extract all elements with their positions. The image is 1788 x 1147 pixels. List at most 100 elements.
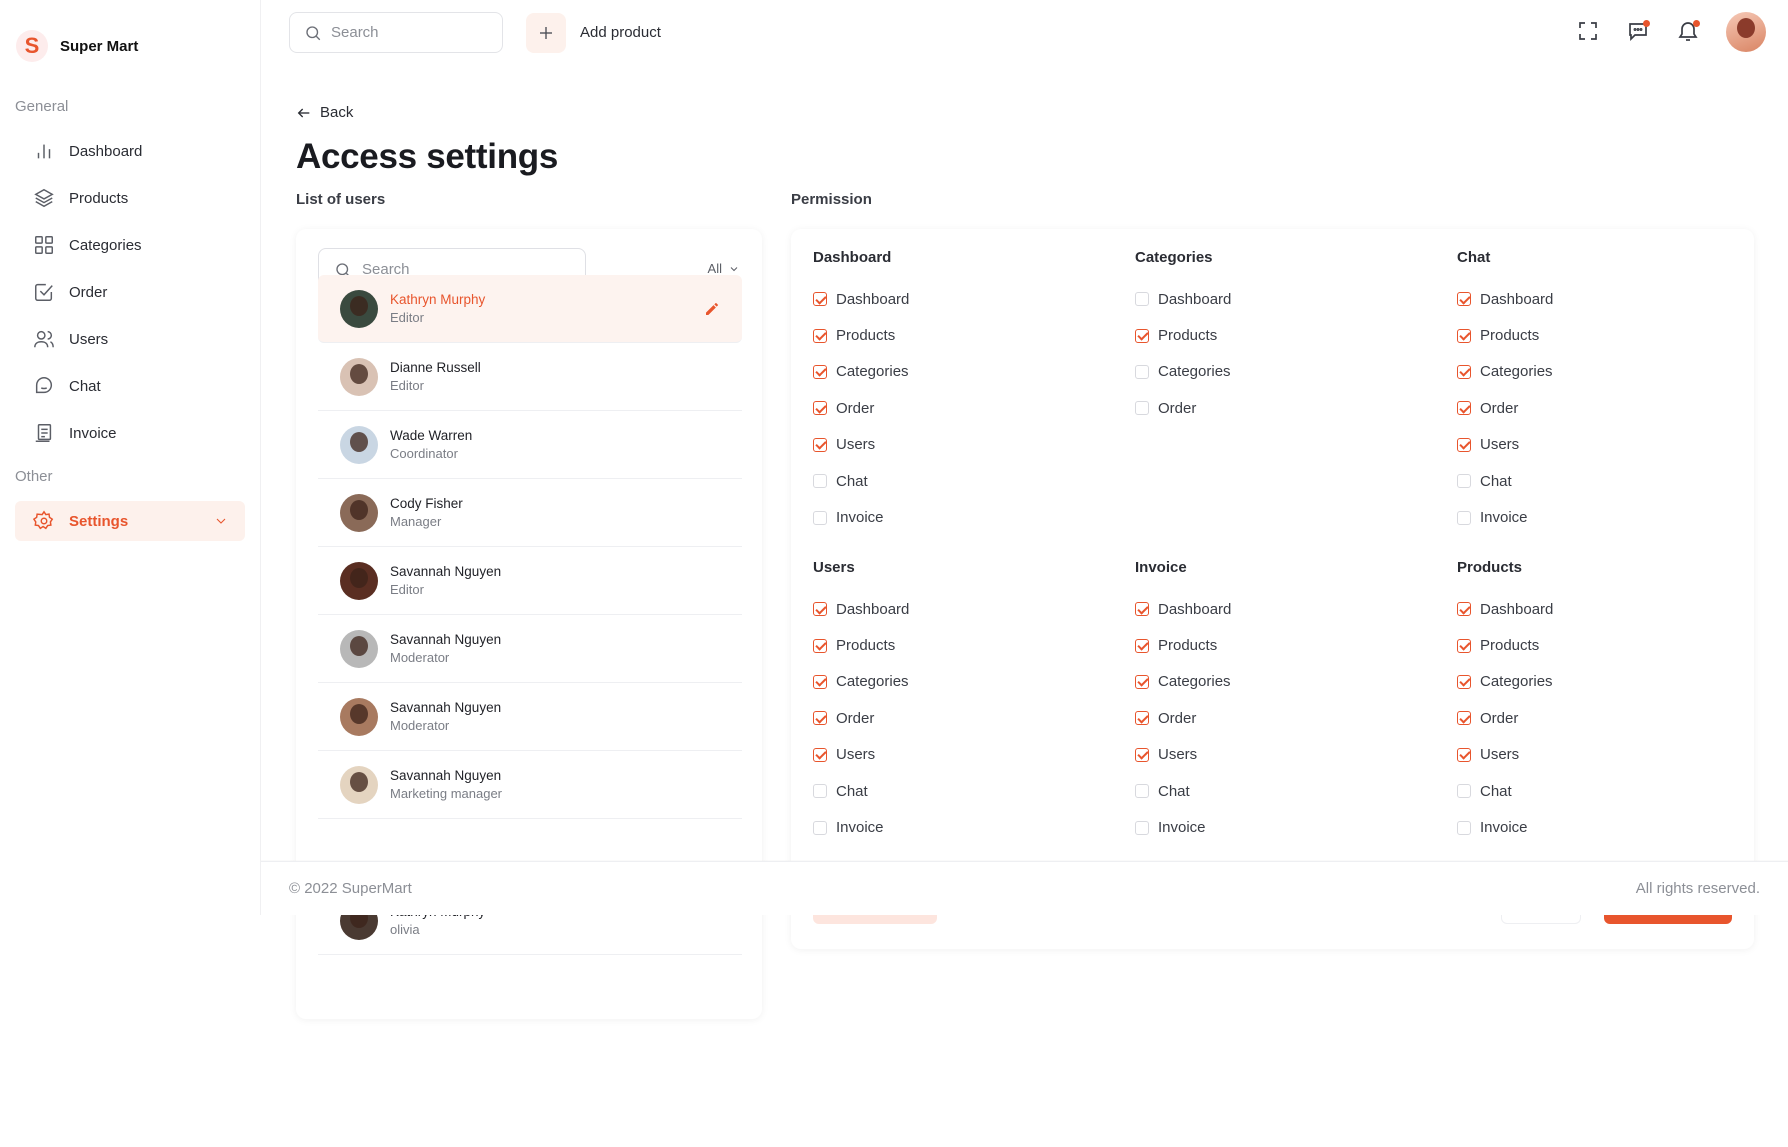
sidebar-item-order[interactable]: Order — [15, 272, 245, 312]
user-row[interactable]: Savannah Nguyen Marketing manager — [318, 751, 742, 819]
permission-checkbox-categories[interactable]: Categories — [1457, 664, 1757, 700]
permission-checkbox-order[interactable]: Order — [1457, 390, 1757, 426]
permission-checkbox-users[interactable]: Users — [813, 737, 1113, 773]
checkbox-checked-icon[interactable] — [1135, 328, 1149, 343]
permission-checkbox-invoice[interactable]: Invoice — [813, 809, 1113, 845]
permission-checkbox-invoice[interactable]: Invoice — [1457, 809, 1757, 845]
permission-checkbox-chat[interactable]: Chat — [1457, 463, 1757, 499]
checkbox-checked-icon[interactable] — [1135, 747, 1149, 762]
sidebar-item-chat[interactable]: Chat — [15, 366, 245, 406]
user-row[interactable]: Savannah Nguyen Editor — [318, 547, 742, 615]
checkbox-checked-icon[interactable] — [1457, 638, 1471, 653]
user-row[interactable]: Kathryn Murphy Editor — [318, 275, 742, 343]
permission-checkbox-dashboard[interactable]: Dashboard — [813, 591, 1113, 627]
permission-checkbox-invoice[interactable]: Invoice — [1135, 809, 1435, 845]
checkbox-checked-icon[interactable] — [1457, 401, 1471, 416]
user-row[interactable]: Dianne Russell Editor — [318, 343, 742, 411]
checkbox-unchecked-icon[interactable] — [1135, 292, 1149, 307]
permission-checkbox-products[interactable]: Products — [1457, 317, 1757, 353]
checkbox-unchecked-icon[interactable] — [1457, 784, 1471, 799]
checkbox-unchecked-icon[interactable] — [1135, 401, 1149, 416]
permission-checkbox-dashboard[interactable]: Dashboard — [813, 281, 1113, 317]
sidebar-item-dashboard[interactable]: Dashboard — [15, 131, 245, 171]
sidebar-item-categories[interactable]: Categories — [15, 225, 245, 265]
checkbox-checked-icon[interactable] — [813, 602, 827, 617]
permission-checkbox-dashboard[interactable]: Dashboard — [1135, 281, 1435, 317]
chevron-down-icon[interactable] — [213, 513, 229, 529]
checkbox-checked-icon[interactable] — [1457, 674, 1471, 689]
user-row[interactable]: Cody Fisher Manager — [318, 479, 742, 547]
checkbox-unchecked-icon[interactable] — [1457, 510, 1471, 525]
pencil-icon[interactable] — [704, 301, 720, 317]
brand[interactable]: S Super Mart — [16, 30, 138, 62]
user-row[interactable]: Wade Warren Coordinator — [318, 411, 742, 479]
permission-checkbox-invoice[interactable]: Invoice — [813, 499, 1113, 535]
checkbox-checked-icon[interactable] — [1457, 711, 1471, 726]
permission-checkbox-order[interactable]: Order — [1135, 700, 1435, 736]
permission-checkbox-products[interactable]: Products — [813, 317, 1113, 353]
checkbox-checked-icon[interactable] — [1135, 711, 1149, 726]
checkbox-unchecked-icon[interactable] — [1457, 820, 1471, 835]
user-filter-select[interactable]: All — [708, 261, 740, 276]
checkbox-checked-icon[interactable] — [1457, 328, 1471, 343]
permission-checkbox-users[interactable]: Users — [1457, 427, 1757, 463]
checkbox-checked-icon[interactable] — [1457, 364, 1471, 379]
permission-checkbox-categories[interactable]: Categories — [1135, 354, 1435, 390]
permission-checkbox-products[interactable]: Products — [1457, 627, 1757, 663]
checkbox-checked-icon[interactable] — [1457, 437, 1471, 452]
avatar[interactable] — [1726, 12, 1766, 52]
permission-checkbox-chat[interactable]: Chat — [813, 773, 1113, 809]
checkbox-checked-icon[interactable] — [1457, 292, 1471, 307]
checkbox-unchecked-icon[interactable] — [813, 784, 827, 799]
permission-checkbox-users[interactable]: Users — [1135, 737, 1435, 773]
sidebar-item-users[interactable]: Users — [15, 319, 245, 359]
permission-checkbox-categories[interactable]: Categories — [813, 664, 1113, 700]
notifications-button[interactable] — [1676, 19, 1702, 45]
checkbox-checked-icon[interactable] — [813, 328, 827, 343]
sidebar-item-settings[interactable]: Settings — [15, 501, 245, 541]
permission-checkbox-chat[interactable]: Chat — [1135, 773, 1435, 809]
messages-button[interactable] — [1626, 19, 1652, 45]
permission-checkbox-order[interactable]: Order — [813, 390, 1113, 426]
checkbox-unchecked-icon[interactable] — [813, 510, 827, 525]
checkbox-checked-icon[interactable] — [813, 638, 827, 653]
checkbox-checked-icon[interactable] — [813, 292, 827, 307]
checkbox-unchecked-icon[interactable] — [813, 474, 827, 489]
sidebar-item-products[interactable]: Products — [15, 178, 245, 218]
checkbox-unchecked-icon[interactable] — [1135, 784, 1149, 799]
permission-checkbox-products[interactable]: Products — [813, 627, 1113, 663]
checkbox-checked-icon[interactable] — [813, 674, 827, 689]
back-link[interactable]: Back — [296, 104, 353, 121]
checkbox-checked-icon[interactable] — [1135, 602, 1149, 617]
permission-checkbox-categories[interactable]: Categories — [1135, 664, 1435, 700]
permission-checkbox-categories[interactable]: Categories — [1457, 354, 1757, 390]
permission-checkbox-dashboard[interactable]: Dashboard — [1457, 281, 1757, 317]
permission-checkbox-products[interactable]: Products — [1135, 627, 1435, 663]
checkbox-checked-icon[interactable] — [813, 437, 827, 452]
checkbox-checked-icon[interactable] — [1135, 638, 1149, 653]
permission-checkbox-dashboard[interactable]: Dashboard — [1135, 591, 1435, 627]
checkbox-checked-icon[interactable] — [813, 364, 827, 379]
permission-checkbox-invoice[interactable]: Invoice — [1457, 499, 1757, 535]
checkbox-unchecked-icon[interactable] — [813, 820, 827, 835]
permission-checkbox-order[interactable]: Order — [1135, 390, 1435, 426]
checkbox-checked-icon[interactable] — [1457, 602, 1471, 617]
permission-checkbox-categories[interactable]: Categories — [813, 354, 1113, 390]
permission-checkbox-chat[interactable]: Chat — [1457, 773, 1757, 809]
fullscreen-button[interactable] — [1576, 19, 1602, 45]
search-input[interactable]: Search — [289, 12, 503, 53]
checkbox-unchecked-icon[interactable] — [1135, 820, 1149, 835]
add-product-button[interactable]: Add product — [526, 12, 661, 53]
sidebar-item-invoice[interactable]: Invoice — [15, 413, 245, 453]
user-row[interactable]: Savannah Nguyen Moderator — [318, 683, 742, 751]
permission-checkbox-users[interactable]: Users — [813, 427, 1113, 463]
permission-checkbox-dashboard[interactable]: Dashboard — [1457, 591, 1757, 627]
checkbox-checked-icon[interactable] — [1457, 747, 1471, 762]
checkbox-unchecked-icon[interactable] — [1457, 474, 1471, 489]
checkbox-checked-icon[interactable] — [813, 711, 827, 726]
permission-checkbox-order[interactable]: Order — [813, 700, 1113, 736]
permission-checkbox-users[interactable]: Users — [1457, 737, 1757, 773]
permission-checkbox-products[interactable]: Products — [1135, 317, 1435, 353]
permission-checkbox-chat[interactable]: Chat — [813, 463, 1113, 499]
permission-checkbox-order[interactable]: Order — [1457, 700, 1757, 736]
